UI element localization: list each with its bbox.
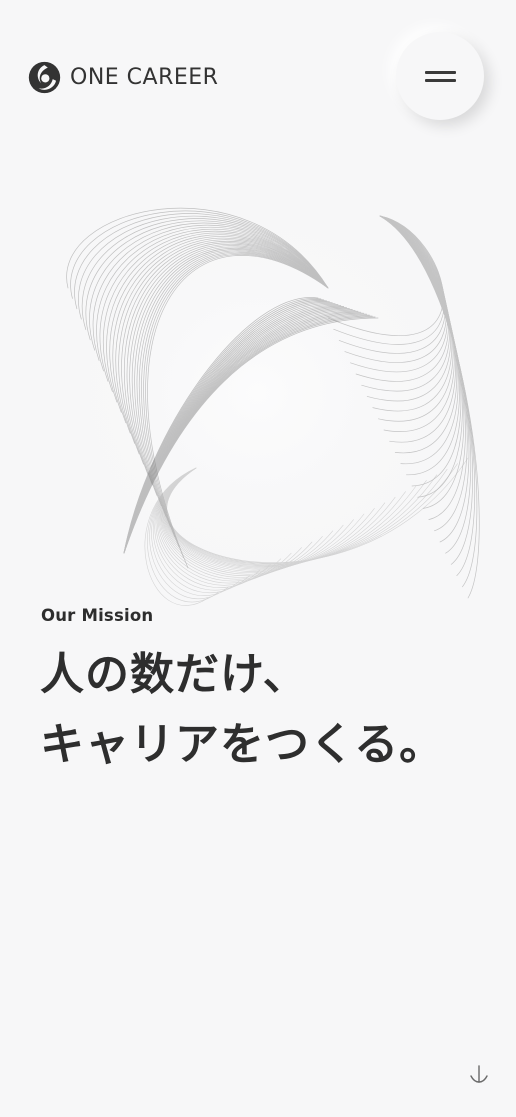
scroll-down-icon[interactable]: [468, 1064, 490, 1086]
logo-link[interactable]: ONE CAREER: [28, 60, 218, 94]
hamburger-line-bottom: [425, 79, 456, 82]
headline-line-1: 人の数だけ、: [40, 649, 308, 700]
headline-line-2: キャリアをつくる。: [40, 719, 445, 770]
hamburger-line-top: [425, 71, 456, 74]
logo-text: ONE CAREER: [70, 64, 219, 90]
site-header: ONE CAREER: [0, 0, 516, 150]
mission-label: Our Mission: [41, 606, 154, 625]
wireframe-sphere-graphic: [38, 178, 480, 608]
one-career-logo-icon: [28, 61, 61, 93]
menu-button[interactable]: [396, 32, 484, 120]
mission-headline: 人の数だけ、 キャリアをつくる。: [40, 640, 500, 780]
